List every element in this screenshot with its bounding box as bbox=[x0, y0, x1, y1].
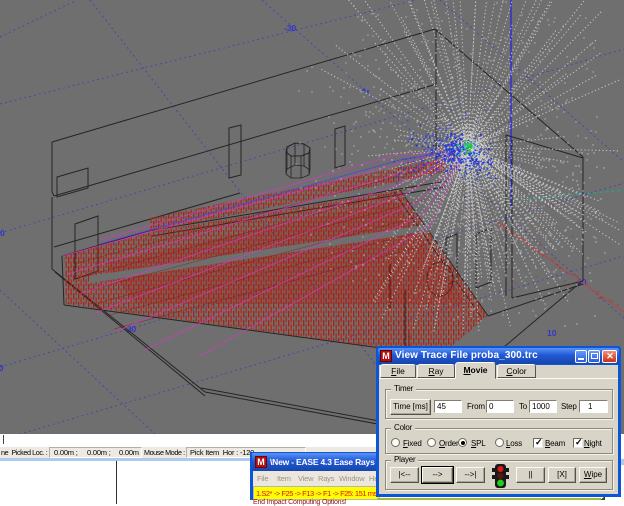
svg-text:0: 0 bbox=[0, 228, 5, 238]
svg-text:30: 30 bbox=[0, 363, 4, 373]
svg-text:-30: -30 bbox=[284, 23, 297, 33]
svg-text:10: 10 bbox=[547, 328, 557, 338]
